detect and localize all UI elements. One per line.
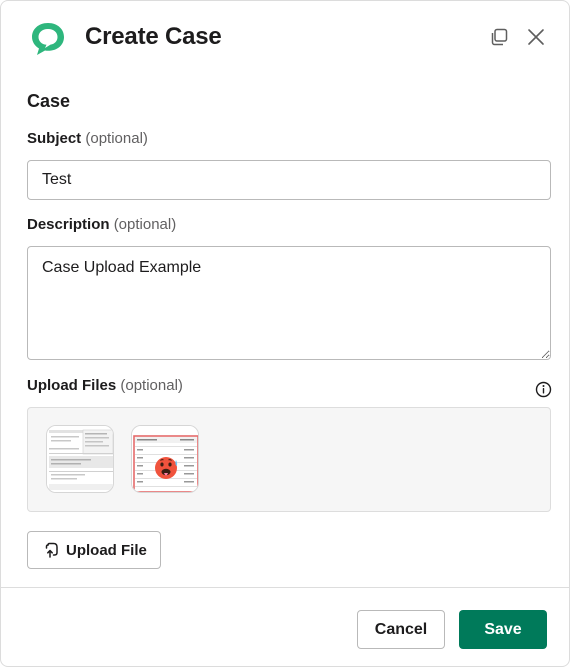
upload-files-optional-hint: (optional) (120, 377, 183, 394)
table-with-emoji-preview (132, 426, 198, 492)
footer-divider (1, 587, 569, 588)
close-button[interactable] (524, 25, 548, 49)
cancel-button[interactable]: Cancel (357, 610, 445, 649)
upload-file-button[interactable]: Upload File (27, 531, 161, 569)
screenshot-thumbnail[interactable] (46, 425, 114, 493)
description-optional-hint: (optional) (113, 216, 177, 233)
table-screenshot-preview (47, 426, 113, 492)
modal-title: Create Case (85, 23, 222, 50)
subject-label: Subject (optional) (27, 130, 148, 147)
upload-files-label: Upload Files (optional) (27, 377, 183, 394)
description-textarea[interactable]: Case Upload Example (27, 246, 551, 360)
upload-file-icon (45, 542, 58, 558)
speech-bubble-logo-icon (32, 23, 64, 55)
subject-optional-hint: (optional) (85, 130, 148, 147)
emoji-screenshot-thumbnail[interactable] (131, 425, 199, 493)
expand-window-button[interactable] (487, 25, 511, 49)
upload-files-label-text: Upload Files (27, 377, 117, 394)
section-title: Case (27, 91, 71, 111)
hot-face-emoji-icon (155, 457, 178, 479)
expand-window-icon (491, 28, 508, 46)
modal-header: Create Case (1, 1, 569, 77)
info-icon[interactable] (535, 381, 552, 398)
upload-file-button-label: Upload File (66, 541, 147, 559)
create-case-modal: Create Case Case Subject (optional) Desc… (0, 0, 570, 667)
description-label-text: Description (27, 216, 110, 233)
upload-files-area[interactable] (27, 407, 551, 512)
close-icon (528, 29, 544, 45)
description-label: Description (optional) (27, 216, 176, 233)
subject-label-text: Subject (27, 130, 82, 147)
subject-input[interactable] (27, 160, 551, 200)
save-button[interactable]: Save (459, 610, 547, 649)
